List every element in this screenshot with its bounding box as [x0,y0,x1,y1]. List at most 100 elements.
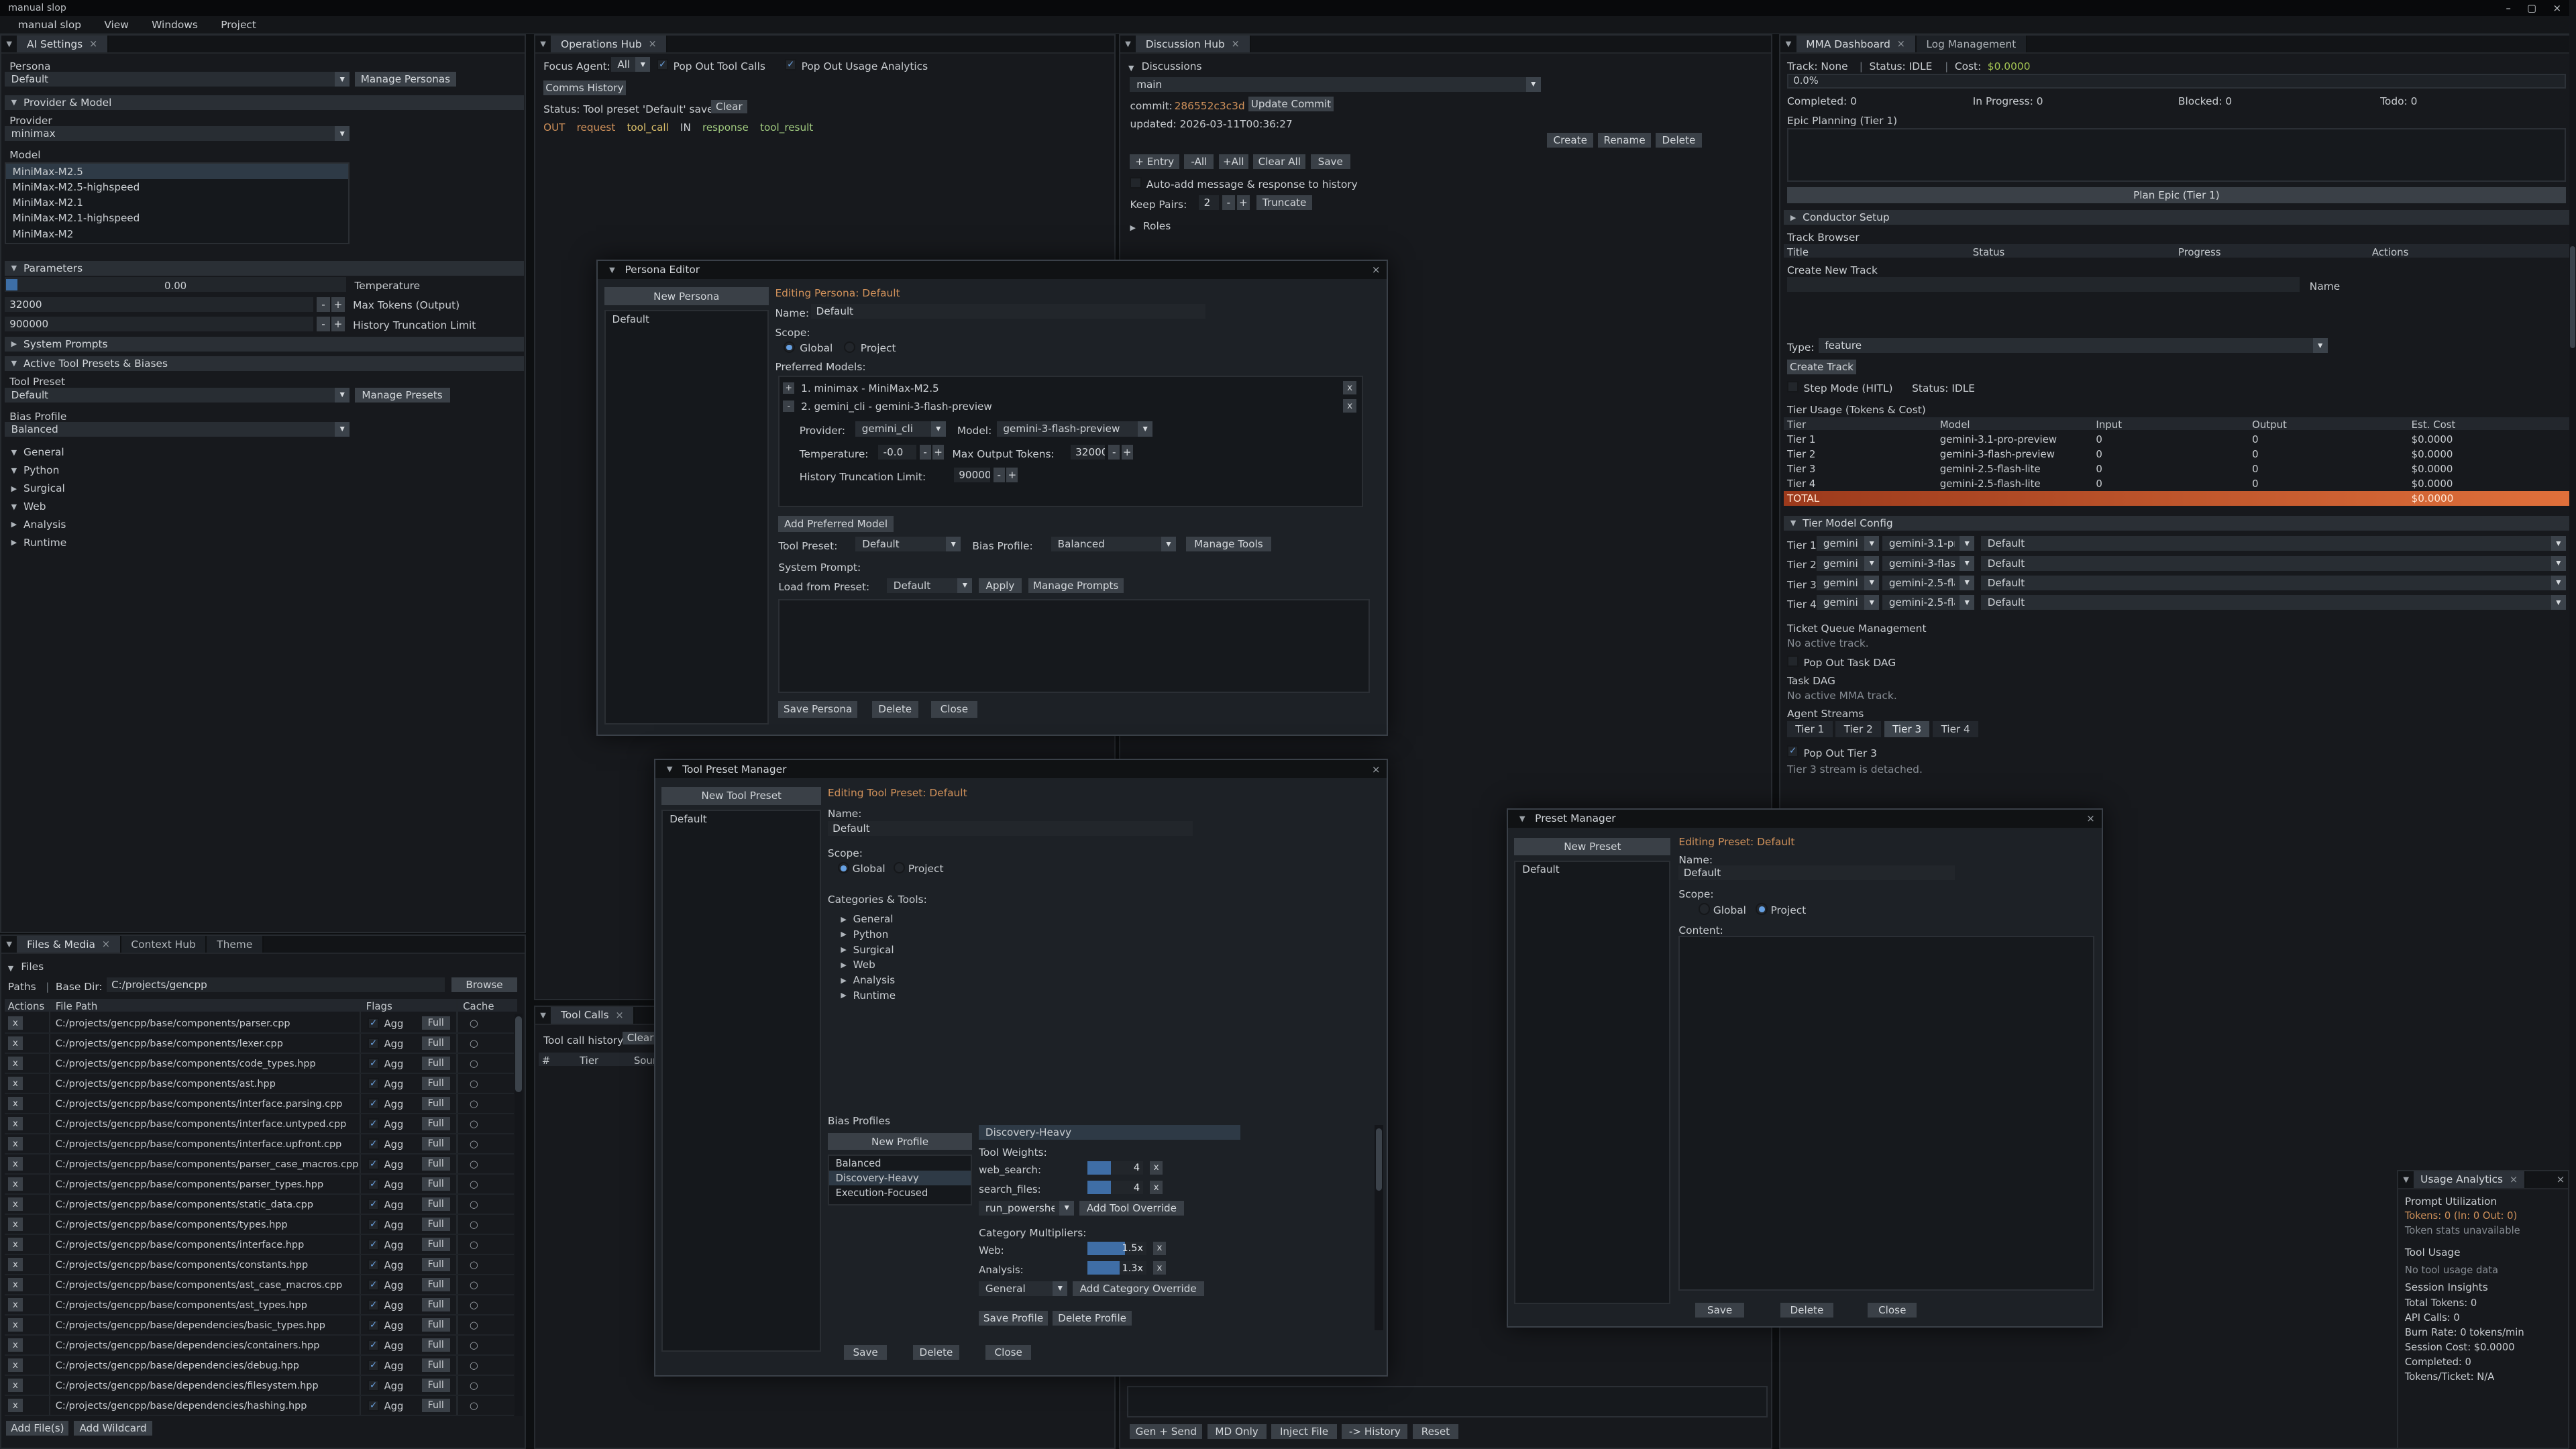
menu-item[interactable]: View [93,19,140,31]
new-preset-button[interactable]: New Preset [1514,838,1670,856]
remove-file-button[interactable]: x [8,1298,23,1311]
minimize-icon[interactable]: – [2506,3,2510,14]
tier-model-select[interactable]: gemini-2.5-flash-lite ▼ [1882,576,1974,590]
inject-file-button[interactable]: Inject File [1271,1424,1337,1439]
persona-list-item[interactable]: Default [606,311,767,327]
remove-file-button[interactable]: x [8,1338,23,1352]
collapse-icon[interactable]: ▼ [2398,1171,2414,1188]
chevron-down-icon[interactable]: ▼ [1053,1281,1067,1296]
stream-tab[interactable]: Tier 1 [1787,721,1833,737]
tab-theme[interactable]: Theme [207,936,264,953]
full-button[interactable]: Full [422,1399,450,1412]
tool-preset-select[interactable]: Default ▼ [5,388,350,402]
tab-log-management[interactable]: Log Management [1917,36,2027,52]
model-list-item[interactable]: MiniMax-M2.1 [6,195,348,210]
chevron-down-icon[interactable]: ▼ [946,537,961,551]
save-discussion-button[interactable]: Save [1311,154,1350,169]
clear-status-button[interactable]: Clear [711,100,747,113]
pop-out-usage-analytics-checkbox[interactable]: ✓ [785,59,796,70]
add-tool-override-button[interactable]: Add Tool Override [1079,1201,1185,1216]
max-output-plus-button[interactable]: + [1122,445,1133,460]
focus-agent-select[interactable]: All ▼ [611,57,651,72]
model-list-item[interactable]: MiniMax-M2.1-highspeed [6,211,348,226]
full-button[interactable]: Full [422,1379,450,1392]
stream-tab[interactable]: Tier 3 [1884,721,1930,737]
tier-provider-select[interactable]: gemini ▼ [1817,536,1879,551]
temperature-plus-button[interactable]: + [932,445,944,460]
close-tab-icon[interactable]: × [2510,1174,2518,1185]
cache-circle-icon[interactable]: ○ [470,1199,478,1210]
manage-presets-button[interactable]: Manage Presets [355,388,450,402]
cache-circle-icon[interactable]: ○ [470,1138,478,1150]
max-tokens-plus-button[interactable]: + [331,297,345,312]
history-minus-button[interactable]: - [994,468,1005,482]
save-tool-preset-button[interactable]: Save [844,1345,887,1360]
cache-circle-icon[interactable]: ○ [470,1038,478,1049]
add-preferred-model-button[interactable]: Add Preferred Model [778,516,893,532]
close-tab-icon[interactable]: × [1897,38,1905,50]
close-icon[interactable]: × [2553,3,2561,14]
chevron-down-icon[interactable]: ▼ [1864,536,1879,551]
save-preset-button[interactable]: Save [1695,1303,1744,1318]
chevron-down-icon[interactable]: ▼ [335,126,350,141]
message-input[interactable] [1127,1386,1768,1417]
remove-entry-button[interactable]: x [1343,399,1356,413]
close-window-icon[interactable]: × [2557,1171,2569,1188]
agg-checkbox[interactable]: ✓ [368,1159,379,1170]
close-tab-icon[interactable]: × [615,1010,623,1021]
agg-checkbox[interactable]: ✓ [368,1038,379,1049]
menu-item[interactable]: manual slop [7,19,93,31]
model-list-item[interactable]: MiniMax-M2 [6,226,348,241]
bias-profile-select[interactable]: Balanced ▼ [5,422,350,437]
entry-model-select[interactable]: gemini-3-flash-preview ▼ [997,421,1153,436]
full-button[interactable]: Full [422,1137,450,1150]
preset-name-input[interactable]: Default [1678,865,1954,880]
agg-checkbox[interactable]: ✓ [368,1058,379,1069]
collapse-icon[interactable]: ▼ [604,266,620,274]
full-button[interactable]: Full [422,1238,450,1251]
full-button[interactable]: Full [422,1016,450,1030]
remove-multiplier-button[interactable]: x [1153,1242,1167,1255]
preset-list-item[interactable]: Default [1515,862,1669,877]
tool-group-header[interactable]: ▶ Surgical [5,480,521,498]
full-button[interactable]: Full [422,1318,450,1332]
persona-select[interactable]: Default ▼ [5,72,350,87]
agg-checkbox[interactable]: ✓ [368,1320,379,1331]
full-button[interactable]: Full [422,1358,450,1372]
tool-override-select[interactable]: run_powershell ▼ [979,1201,1074,1216]
category-multiplier-slider[interactable]: 1.5x [1087,1242,1146,1255]
scope-global-radio[interactable] [784,341,795,353]
update-commit-button[interactable]: Update Commit [1248,97,1334,111]
reset-button[interactable]: Reset [1413,1424,1459,1439]
tool-preset-list-item[interactable]: Default [663,811,820,826]
chevron-down-icon[interactable]: ▼ [2551,536,2566,551]
tier-preset-select[interactable]: Default ▼ [1981,556,2566,571]
agg-checkbox[interactable]: ✓ [368,1239,379,1250]
agg-checkbox[interactable]: ✓ [368,1118,379,1130]
scope-project-radio[interactable] [894,862,905,873]
preset-manager-titlebar[interactable]: ▼ Preset Manager × [1508,810,2102,828]
chevron-down-icon[interactable]: ▼ [1161,537,1176,551]
chevron-down-icon[interactable]: ▼ [1138,421,1152,436]
tier-model-select[interactable]: gemini-3-flash-preview ▼ [1882,556,1974,571]
new-tool-preset-button[interactable]: New Tool Preset [661,787,821,805]
cache-circle-icon[interactable]: ○ [470,1219,478,1230]
agg-checkbox[interactable]: ✓ [368,1400,379,1411]
close-dialog-icon[interactable]: × [1372,264,1381,276]
remove-weight-button[interactable]: x [1150,1161,1163,1175]
pop-out-tool-calls-checkbox[interactable]: ✓ [657,59,668,70]
tool-group-header[interactable]: ▼ Python [5,462,521,480]
chevron-down-icon[interactable]: ▼ [1059,1201,1074,1216]
bias-profile-item[interactable]: Balanced [829,1156,971,1171]
menu-item[interactable]: Windows [140,19,209,31]
collapse-icon[interactable]: ▼ [535,36,551,52]
remove-file-button[interactable]: x [8,1036,23,1050]
track-type-select[interactable]: feature ▼ [1819,338,2328,353]
tier-provider-select[interactable]: gemini ▼ [1817,595,1879,610]
remove-file-button[interactable]: x [8,1016,23,1030]
category-override-select[interactable]: General ▼ [979,1281,1067,1296]
tier-model-config-header[interactable]: ▼ Tier Model Config [1784,516,2569,531]
temperature-slider[interactable]: 0.00 [5,277,346,292]
close-tab-icon[interactable]: × [89,38,97,50]
category-tree-item[interactable]: ▶ Analysis [828,973,1189,988]
